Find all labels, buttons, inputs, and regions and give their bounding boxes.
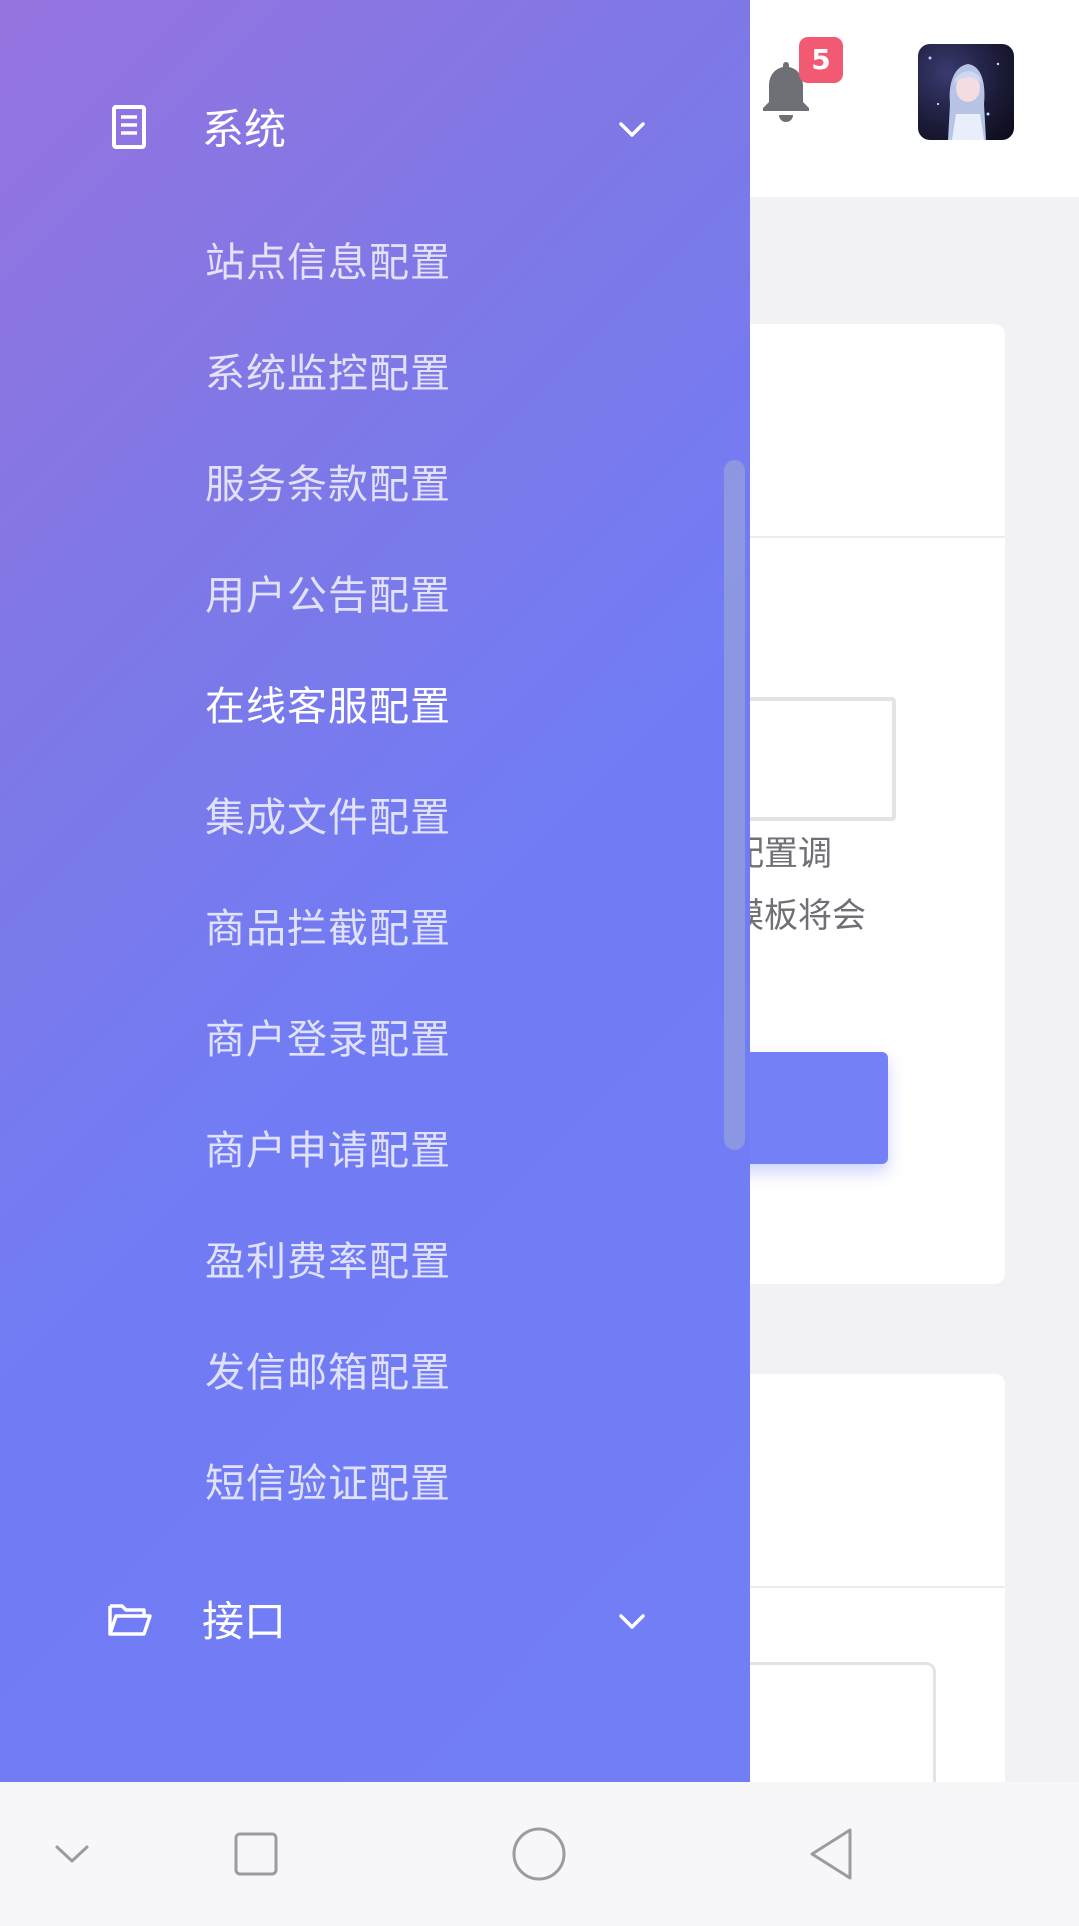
document-icon [112, 105, 146, 149]
system-nav-bar [0, 1782, 1079, 1926]
home-icon [512, 1827, 566, 1881]
menu-item-sms-verification[interactable]: 短信验证配置 [0, 1439, 720, 1550]
menu-item-user-announcement[interactable]: 用户公告配置 [0, 551, 720, 662]
menu-item-integrated-files[interactable]: 集成文件配置 [0, 773, 720, 884]
hide-keyboard-icon [55, 1845, 89, 1863]
chevron-down-icon[interactable] [618, 120, 646, 140]
hide-keyboard-button[interactable] [40, 1782, 104, 1926]
chevron-down-icon[interactable] [618, 1612, 646, 1632]
drawer-scrollbar[interactable] [724, 460, 745, 1150]
menu-group-label: 系统 [202, 105, 287, 154]
notification-badge: 5 [799, 37, 843, 83]
back-button[interactable] [800, 1782, 862, 1926]
menu-item-product-block[interactable]: 商品拦截配置 [0, 884, 720, 995]
menu-item-profit-rate[interactable]: 盈利费率配置 [0, 1217, 720, 1328]
menu-item-site-info[interactable]: 站点信息配置 [0, 218, 720, 329]
menu-group-system[interactable]: 系统 [0, 80, 750, 180]
menu-item-system-monitor[interactable]: 系统监控配置 [0, 329, 720, 440]
hint-text-line2: 模板将会 [730, 896, 866, 936]
menu-group-api[interactable]: 接口 [0, 1572, 750, 1672]
home-button[interactable] [506, 1782, 572, 1926]
sidebar-drawer: 系统 站点信息配置 系统监控配置 服务条款配置 用户公告配置 在线客服配置 集成… [0, 0, 750, 1782]
system-submenu: 站点信息配置 系统监控配置 服务条款配置 用户公告配置 在线客服配置 集成文件配… [0, 218, 750, 1550]
recents-icon [234, 1832, 278, 1876]
user-avatar[interactable] [918, 44, 1014, 140]
recents-button[interactable] [224, 1782, 288, 1926]
menu-item-terms-of-service[interactable]: 服务条款配置 [0, 440, 720, 551]
menu-item-merchant-application[interactable]: 商户申请配置 [0, 1106, 720, 1217]
menu-item-sender-email[interactable]: 发信邮箱配置 [0, 1328, 720, 1439]
menu-item-online-support[interactable]: 在线客服配置 [0, 662, 720, 773]
menu-group-label: 接口 [202, 1597, 287, 1646]
menu-item-merchant-login[interactable]: 商户登录配置 [0, 995, 720, 1106]
folder-icon [108, 1604, 152, 1636]
back-icon [810, 1828, 852, 1880]
